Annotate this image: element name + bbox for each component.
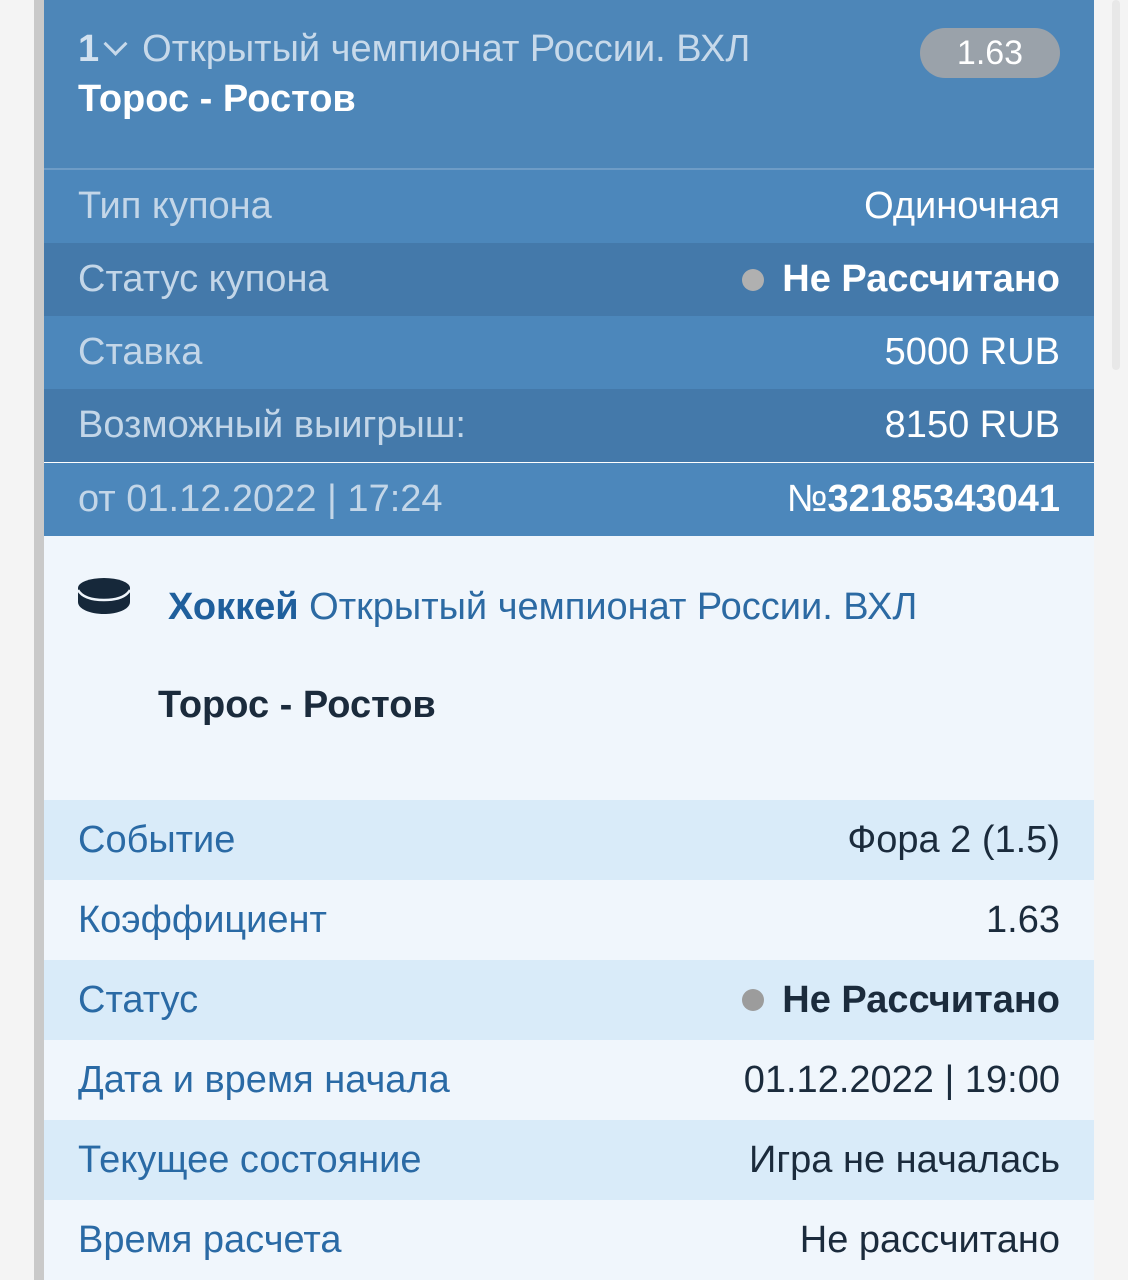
odds-badge: 1.63 bbox=[920, 28, 1060, 78]
possible-win-row: Возможный выигрыш: 8150 RUB bbox=[44, 389, 1094, 462]
coupon-type-value: Одиночная bbox=[864, 185, 1060, 227]
coupon-type-row: Тип купона Одиночная bbox=[44, 170, 1094, 243]
chevron-down-icon[interactable] bbox=[103, 31, 128, 56]
event-state-label: Текущее состояние bbox=[78, 1138, 422, 1181]
bet-history-page: 1 Открытый чемпионат России. ВХЛ Торос -… bbox=[0, 0, 1128, 1280]
possible-win-value: 8150 RUB bbox=[884, 404, 1060, 446]
left-gutter bbox=[0, 0, 34, 1280]
status-dot-icon bbox=[742, 268, 765, 291]
event-sport: Хоккей bbox=[168, 586, 299, 628]
coupon-number-value: 32185343041 bbox=[827, 478, 1060, 520]
event-start-label: Дата и время начала bbox=[78, 1058, 450, 1101]
event-odds-label: Коэффициент bbox=[78, 898, 327, 941]
coupon-number-prefix: № bbox=[786, 478, 828, 520]
event-match-title: Торос - Ростов bbox=[158, 684, 436, 726]
hockey-puck-icon bbox=[76, 578, 132, 614]
event-status-label: Статус bbox=[78, 978, 199, 1021]
event-status-text: Не Рассчитано bbox=[782, 978, 1060, 1021]
stake-label: Ставка bbox=[78, 331, 203, 373]
possible-win-label: Возможный выигрыш: bbox=[78, 404, 466, 446]
event-status-value: Не Рассчитано bbox=[742, 979, 1060, 1022]
event-settlement-value: Не рассчитано bbox=[799, 1218, 1060, 1261]
event-tournament: Открытый чемпионат России. ВХЛ bbox=[309, 586, 918, 628]
scrollbar[interactable] bbox=[1112, 0, 1120, 370]
coupon-type-label: Тип купона bbox=[78, 185, 272, 227]
event-start-value: 01.12.2022 | 19:00 bbox=[743, 1058, 1060, 1101]
left-border-bar bbox=[34, 0, 44, 1280]
coupon-number: №32185343041 bbox=[787, 478, 1060, 521]
event-outcome-label: Событие bbox=[78, 818, 236, 861]
bet-header[interactable]: 1 Открытый чемпионат России. ВХЛ Торос -… bbox=[44, 0, 1094, 170]
coupon-status-row: Статус купона Не Рассчитано bbox=[44, 243, 1094, 316]
header-tournament-line[interactable]: 1 Открытый чемпионат России. ВХЛ bbox=[78, 28, 750, 71]
coupon-status-label: Статус купона bbox=[78, 258, 329, 300]
stake-row: Ставка 5000 RUB bbox=[44, 316, 1094, 389]
status-dot-icon bbox=[742, 989, 765, 1011]
event-outcome-row: Событие Фора 2 (1.5) bbox=[44, 800, 1094, 880]
coupon-date-row: от 01.12.2022 | 17:24 №32185343041 bbox=[44, 463, 1094, 536]
header-tournament: Открытый чемпионат России. ВХЛ bbox=[142, 28, 751, 70]
event-state-row: Текущее состояние Игра не началась bbox=[44, 1120, 1094, 1200]
stake-value: 5000 RUB bbox=[884, 331, 1060, 373]
header-match-title: Торос - Ростов bbox=[78, 78, 356, 120]
event-sport-line: Хоккей Открытый чемпионат России. ВХЛ bbox=[168, 586, 917, 629]
right-gutter bbox=[1094, 0, 1128, 1280]
event-state-value: Игра не началась bbox=[749, 1138, 1060, 1181]
event-start-row: Дата и время начала 01.12.2022 | 19:00 bbox=[44, 1040, 1094, 1120]
event-block: Хоккей Открытый чемпионат России. ВХЛ То… bbox=[44, 536, 1094, 800]
bet-index: 1 bbox=[78, 28, 100, 70]
bet-card: 1 Открытый чемпионат России. ВХЛ Торос -… bbox=[44, 0, 1094, 1280]
event-odds-row: Коэффициент 1.63 bbox=[44, 880, 1094, 960]
event-settlement-label: Время расчета bbox=[78, 1218, 342, 1261]
event-settlement-row: Время расчета Не рассчитано bbox=[44, 1200, 1094, 1280]
event-odds-value: 1.63 bbox=[986, 898, 1060, 941]
coupon-status-text: Не Рассчитано bbox=[782, 258, 1060, 300]
event-status-row: Статус Не Рассчитано bbox=[44, 960, 1094, 1040]
event-outcome-value: Фора 2 (1.5) bbox=[847, 818, 1060, 861]
coupon-status-value: Не Рассчитано bbox=[742, 258, 1060, 301]
coupon-date: от 01.12.2022 | 17:24 bbox=[78, 478, 443, 520]
